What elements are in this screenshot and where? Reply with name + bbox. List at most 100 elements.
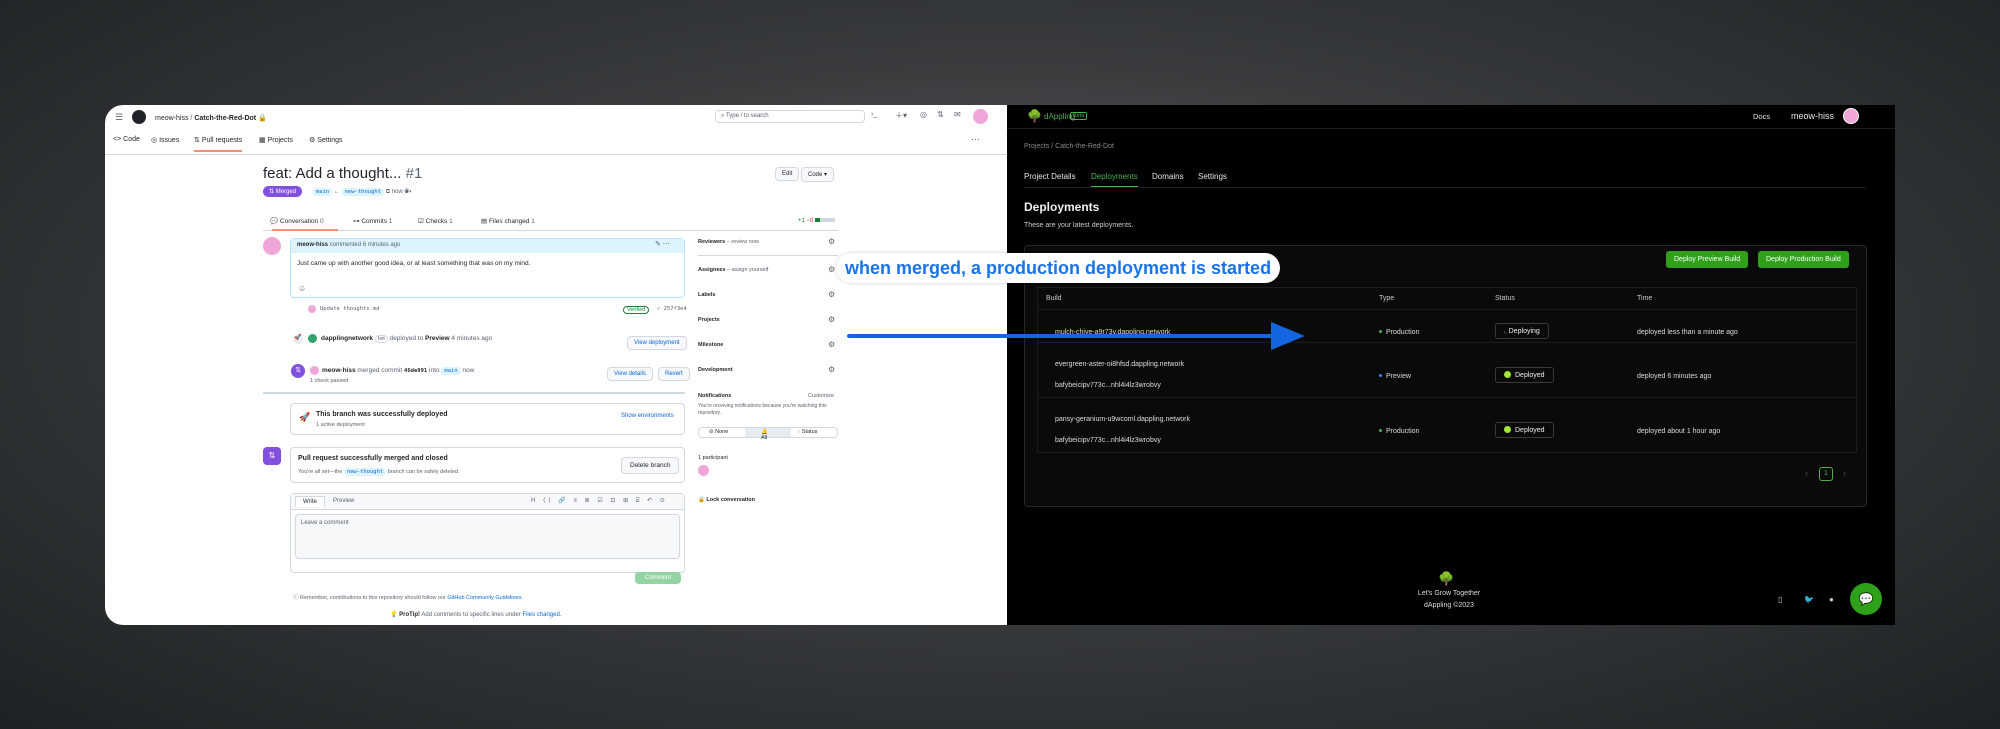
user-name[interactable]: meow-hiss xyxy=(1791,111,1834,121)
build-url[interactable]: evergreen-aster-oi8hfsd.dappling.network xyxy=(1055,361,1184,368)
docs-icon[interactable]: ▯ xyxy=(1778,595,1782,604)
issues-icon[interactable]: ◎ xyxy=(920,110,927,119)
merge-text: merged commit xyxy=(357,367,403,374)
twitter-icon[interactable]: 🐦 xyxy=(1804,595,1814,604)
pr-title-text: feat: Add a thought... xyxy=(263,165,402,182)
search-input[interactable]: ⌕ Type / to search xyxy=(715,110,865,123)
next-page-icon[interactable]: › xyxy=(1843,468,1846,478)
sidebar-assignees[interactable]: Assignees – assign yourself xyxy=(698,267,768,273)
deploy-production-button[interactable]: Deploy Production Build xyxy=(1758,251,1849,268)
tab-settings[interactable]: Settings xyxy=(1198,172,1227,181)
show-environments-link[interactable]: Show environments xyxy=(621,413,674,419)
tab-projects[interactable]: ▦ Projects xyxy=(259,136,293,144)
copy-icon[interactable]: ⧉ xyxy=(386,189,390,195)
tab-code[interactable]: <> Code xyxy=(113,136,140,143)
docs-link[interactable]: Docs xyxy=(1753,112,1770,121)
chat-icon[interactable]: 💬 xyxy=(1850,583,1882,615)
build-cid[interactable]: bafybeicipv773c...nhl4i4lz3wrobvy xyxy=(1055,382,1161,389)
verified-badge[interactable]: Verified xyxy=(623,306,650,314)
assignees-gear-icon[interactable]: ⚙ xyxy=(828,265,835,274)
hamburger-icon[interactable]: ☰ xyxy=(115,112,123,123)
deploy-preview-button[interactable]: Deploy Preview Build xyxy=(1666,251,1749,268)
pr-tab-checks[interactable]: ☑ Checks 1 xyxy=(418,217,453,225)
tab-issues[interactable]: ◎ Issues xyxy=(151,136,179,144)
comment-button[interactable]: Comment xyxy=(635,572,682,584)
eye-icon[interactable]: ◉▾ xyxy=(404,189,411,195)
sidebar-development[interactable]: Development xyxy=(698,367,733,373)
formatting-icons[interactable]: H ⟨⟩ 🔗 ≡ ≣ ☑ ⊡ ⊞ ⌸ ↶ ⊙ xyxy=(531,497,668,505)
build-url[interactable]: pansy-geranium-u9wcoml.dappling.network xyxy=(1055,416,1190,423)
edit-button[interactable]: Edit xyxy=(775,167,800,181)
tab-domains[interactable]: Domains xyxy=(1152,172,1184,181)
create-new-icon[interactable]: ＋▾ xyxy=(895,110,907,121)
pr-tab-files[interactable]: ▤ Files changed 1 xyxy=(481,217,535,225)
crumb-projects[interactable]: Projects xyxy=(1024,143,1049,150)
prev-page-icon[interactable]: ‹ xyxy=(1805,468,1808,478)
more-icon[interactable]: ⋯ xyxy=(971,134,980,145)
pr-tab-conversation[interactable]: 💬 Conversation 0 xyxy=(270,217,324,225)
deploy-bot-name[interactable]: dapplingnetwork xyxy=(321,335,373,342)
deploy-env[interactable]: Preview xyxy=(425,335,450,342)
customize-link[interactable]: Customize xyxy=(808,393,834,399)
write-tab[interactable]: Write xyxy=(295,496,325,507)
tab-pull-requests[interactable]: ⇅ Pull requests xyxy=(194,136,243,152)
sidebar-labels[interactable]: Labels xyxy=(698,292,715,298)
header-type: Type xyxy=(1379,295,1395,302)
dappling-logo-icon[interactable]: 🌳 xyxy=(1027,109,1042,123)
notif-none[interactable]: ⊘ None xyxy=(709,429,728,435)
notif-all[interactable]: 🔔 All xyxy=(745,428,791,441)
user-avatar[interactable] xyxy=(973,109,988,124)
merged-branch[interactable]: new-thought xyxy=(343,468,387,476)
sidebar-reviewers[interactable]: Reviewers – review now xyxy=(698,239,759,245)
files-changed-link[interactable]: Files changed xyxy=(522,612,559,618)
commit-sha[interactable]: ✓ 257f3e4 xyxy=(657,306,687,312)
guidelines-link[interactable]: GitHub Community Guidelines xyxy=(447,595,521,601)
pull-requests-icon[interactable]: ⇅ xyxy=(937,110,944,119)
merge-author[interactable]: meow-hiss xyxy=(322,367,356,374)
tab-deployments[interactable]: Deployments xyxy=(1091,172,1138,187)
tab-project-details[interactable]: Project Details xyxy=(1024,172,1076,181)
view-deployment-button[interactable]: View deployment xyxy=(627,336,687,350)
page-number[interactable]: 1 xyxy=(1819,467,1833,481)
projects-gear-icon[interactable]: ⚙ xyxy=(828,315,835,324)
sidebar-projects[interactable]: Projects xyxy=(698,317,720,323)
emoji-reaction-icon[interactable]: ☺ xyxy=(298,284,306,293)
comment-avatar[interactable] xyxy=(263,237,281,255)
build-cid[interactable]: bafybeicipv773c...nhl4i4lz3wrobvy xyxy=(1055,437,1161,444)
notif-status[interactable]: ◌ Status xyxy=(797,429,817,435)
user-avatar[interactable] xyxy=(1843,108,1859,124)
milestone-gear-icon[interactable]: ⚙ xyxy=(828,340,835,349)
check-passed[interactable]: 1 check passed xyxy=(310,378,348,384)
delete-branch-button[interactable]: Delete branch xyxy=(621,457,680,474)
github-icon[interactable]: ● xyxy=(1829,595,1834,604)
head-branch[interactable]: new-thought xyxy=(341,188,385,196)
repo-owner[interactable]: meow-hiss xyxy=(155,115,188,122)
crumb-separator: / xyxy=(1051,143,1054,150)
comment-edit-icon[interactable]: ✎ ⋯ xyxy=(655,240,670,248)
inbox-icon[interactable]: ✉ xyxy=(954,110,961,119)
view-details-button[interactable]: View details xyxy=(607,367,653,381)
base-branch[interactable]: main xyxy=(313,188,333,196)
revert-button[interactable]: Revert xyxy=(658,367,690,381)
sidebar-notifications: Notifications xyxy=(698,393,732,399)
reviewers-gear-icon[interactable]: ⚙ xyxy=(828,237,835,246)
sidebar-milestone[interactable]: Milestone xyxy=(698,342,723,348)
crumb-project[interactable]: Catch-the-Red-Dot xyxy=(1055,143,1114,150)
comment-author[interactable]: meow-hiss xyxy=(297,242,328,248)
table-row[interactable] xyxy=(1037,398,1857,453)
merge-base-branch[interactable]: main xyxy=(441,367,461,375)
participant-avatar[interactable] xyxy=(698,465,709,476)
command-palette-icon[interactable]: ›_ xyxy=(871,111,877,118)
repo-name[interactable]: Catch-the-Red-Dot xyxy=(194,115,256,122)
github-logo-icon[interactable] xyxy=(132,110,146,124)
code-dropdown-button[interactable]: Code ▾ xyxy=(801,167,835,182)
development-gear-icon[interactable]: ⚙ xyxy=(828,365,835,374)
comment-textarea[interactable]: Leave a comment xyxy=(295,514,680,559)
tab-settings[interactable]: ⚙ Settings xyxy=(309,136,343,144)
labels-gear-icon[interactable]: ⚙ xyxy=(828,290,835,299)
pr-tab-commits[interactable]: ⊶ Commits 1 xyxy=(353,217,392,225)
merge-sha[interactable]: 46de991 xyxy=(404,368,427,374)
lock-conversation[interactable]: 🔒 Lock conversation xyxy=(698,497,755,503)
preview-tab[interactable]: Preview xyxy=(333,498,354,504)
commit-message[interactable]: Update thoughts.md xyxy=(320,306,380,312)
